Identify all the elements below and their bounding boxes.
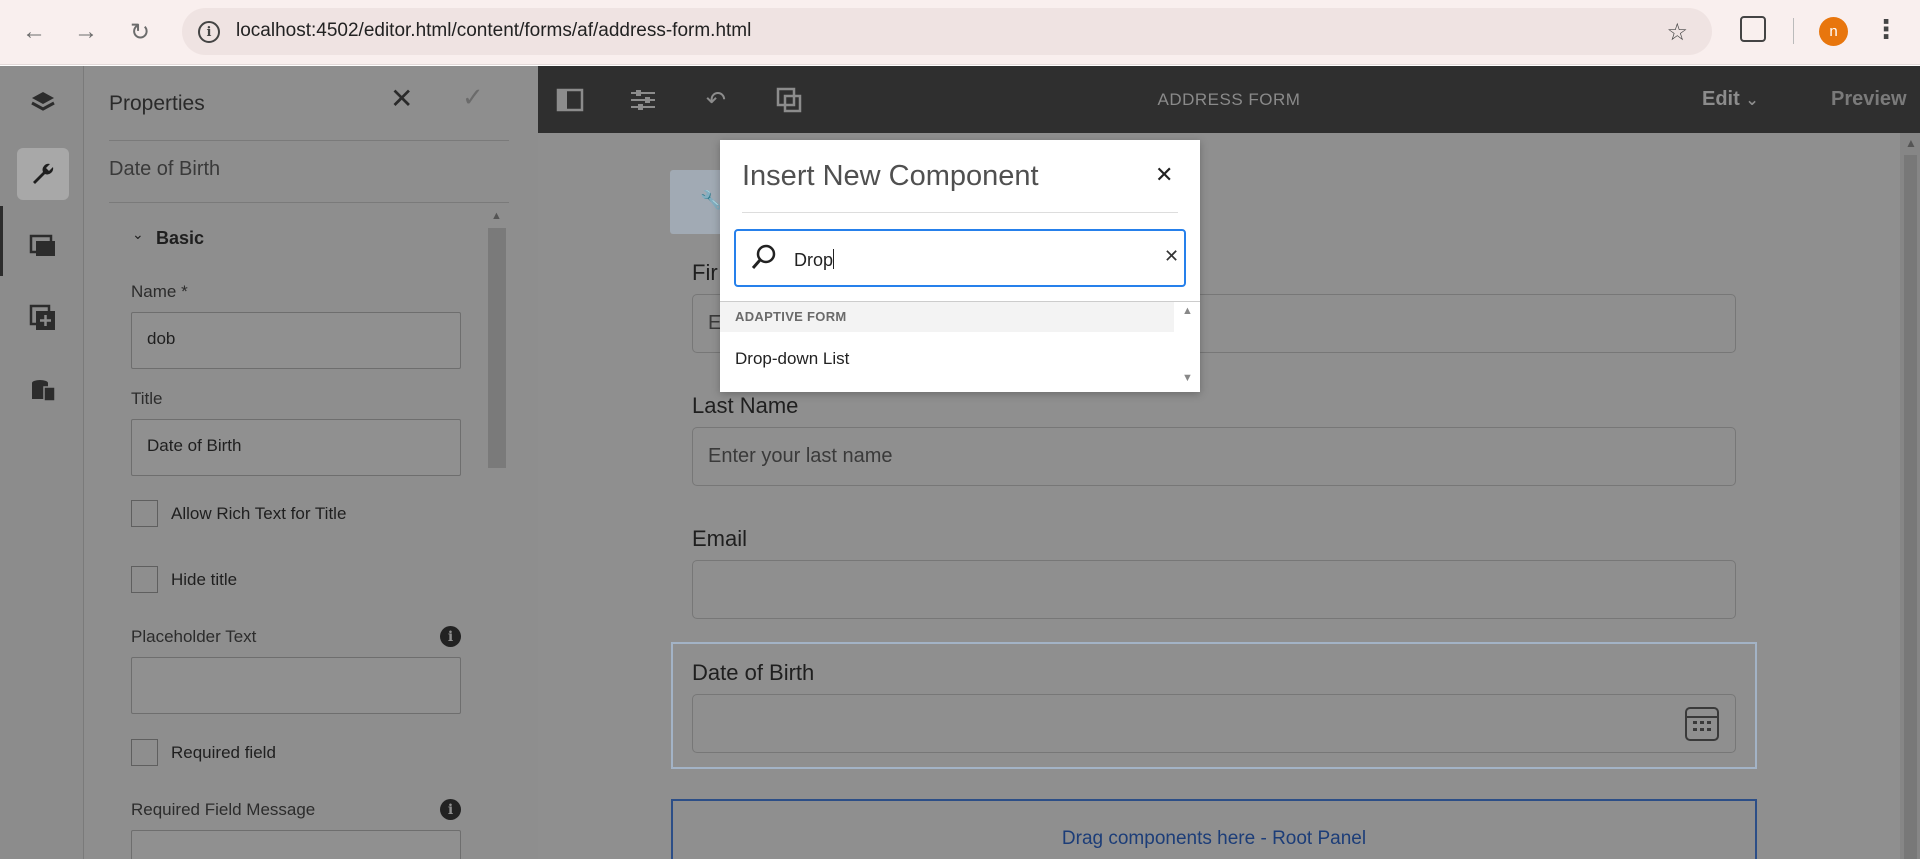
mode-selector[interactable]: Edit ⌄ xyxy=(1702,88,1759,111)
preview-button[interactable]: Preview xyxy=(1831,88,1907,111)
dialog-title: Insert New Component xyxy=(742,160,1039,192)
required-message-label: Required Field Message xyxy=(131,800,316,819)
scroll-down-arrow[interactable]: ▼ xyxy=(1182,372,1193,384)
info-icon[interactable]: i xyxy=(440,799,461,820)
url-text[interactable]: localhost:4502/editor.html/content/forms… xyxy=(236,20,751,42)
root-panel-dropzone[interactable]: Drag components here - Root Panel xyxy=(671,799,1757,859)
required-checkbox[interactable] xyxy=(131,739,158,766)
scroll-thumb[interactable] xyxy=(488,228,506,468)
browser-menu-icon[interactable]: ⋮ xyxy=(1873,14,1899,45)
checkmark-icon[interactable]: ✓ xyxy=(462,82,484,113)
properties-title: Properties xyxy=(109,92,205,115)
close-icon[interactable]: ✕ xyxy=(1155,162,1173,188)
info-icon[interactable]: i xyxy=(440,626,461,647)
insert-component-dialog: Insert New Component ✕ Drop ✕ ADAPTIVE F… xyxy=(720,140,1200,392)
component-name: Date of Birth xyxy=(109,158,221,180)
scroll-up-arrow[interactable]: ▲ xyxy=(1905,136,1917,150)
dob-input[interactable] xyxy=(692,694,1736,753)
rich-text-label: Allow Rich Text for Title xyxy=(171,504,347,523)
required-message-field[interactable] xyxy=(131,830,461,859)
section-title: Basic xyxy=(156,228,205,248)
extensions-icon[interactable] xyxy=(1740,16,1766,42)
panel-scrollbar[interactable]: ▲ xyxy=(486,210,506,480)
forward-icon[interactable]: → xyxy=(68,14,104,50)
data-sources-icon[interactable] xyxy=(17,364,69,416)
title-label: Title xyxy=(131,389,163,408)
calendar-icon[interactable] xyxy=(1685,707,1719,741)
properties-panel: Properties ✕ ✓ Date of Birth ▲ ⌄ Basic N… xyxy=(84,66,538,859)
dob-component-selected[interactable]: Date of Birth xyxy=(671,642,1757,769)
back-icon[interactable]: ← xyxy=(16,14,52,50)
search-value[interactable]: Drop xyxy=(794,249,835,271)
divider xyxy=(109,202,509,203)
close-icon[interactable]: ✕ xyxy=(390,82,413,115)
scroll-up-arrow[interactable]: ▲ xyxy=(1182,305,1193,317)
email-input[interactable] xyxy=(692,560,1736,619)
hide-title-label: Hide title xyxy=(171,570,238,589)
hide-title-checkbox[interactable] xyxy=(131,566,158,593)
email-label: Email xyxy=(692,526,748,551)
chevron-down-icon: ⌄ xyxy=(1745,92,1759,109)
first-name-label: Fir xyxy=(692,260,718,285)
chevron-down-icon: ⌄ xyxy=(132,226,144,242)
browser-toolbar: ← → ↻ i localhost:4502/editor.html/conte… xyxy=(0,0,1920,65)
add-component-icon[interactable] xyxy=(17,292,69,344)
mode-label: Edit xyxy=(1702,88,1740,110)
assets-icon[interactable] xyxy=(17,220,69,272)
search-icon xyxy=(751,244,776,269)
editor-toolbar: ↶ ADDRESS FORM Edit ⌄ Preview xyxy=(538,66,1920,133)
search-input[interactable]: Drop ✕ xyxy=(734,229,1186,287)
rich-text-checkbox[interactable] xyxy=(131,500,158,527)
results-list: ADAPTIVE FORM Drop-down List ▲ ▼ xyxy=(720,301,1200,392)
canvas-scrollbar[interactable]: ▲ xyxy=(1900,133,1920,859)
component-toolbar-tab[interactable]: 🔧 xyxy=(670,170,722,234)
scroll-thumb[interactable] xyxy=(1904,155,1917,859)
reload-icon[interactable]: ↻ xyxy=(122,14,158,50)
dob-label: Date of Birth xyxy=(692,660,815,685)
list-item[interactable]: Drop-down List xyxy=(735,349,849,369)
required-label: Required field xyxy=(171,743,276,762)
last-name-input[interactable]: Enter your last name xyxy=(692,427,1736,486)
active-indicator xyxy=(0,206,3,276)
title-field[interactable]: Date of Birth xyxy=(131,419,461,476)
placeholder-field[interactable] xyxy=(131,657,461,714)
wrench-icon[interactable] xyxy=(17,148,69,200)
site-info-icon[interactable]: i xyxy=(198,21,220,43)
group-header: ADAPTIVE FORM xyxy=(720,302,1174,332)
profile-avatar[interactable]: n xyxy=(1819,17,1848,46)
placeholder-label: Placeholder Text xyxy=(131,627,257,646)
side-rail xyxy=(0,66,84,859)
clear-search-icon[interactable]: ✕ xyxy=(1164,246,1179,267)
scroll-up-arrow[interactable]: ▲ xyxy=(491,210,502,222)
last-name-label: Last Name xyxy=(692,393,799,418)
layers-icon[interactable] xyxy=(17,76,69,128)
name-label: Name * xyxy=(131,282,188,301)
divider xyxy=(109,140,509,141)
name-field[interactable]: dob xyxy=(131,312,461,369)
divider xyxy=(742,212,1178,213)
bookmark-star-icon[interactable]: ☆ xyxy=(1666,18,1688,47)
address-bar[interactable]: i localhost:4502/editor.html/content/for… xyxy=(182,8,1712,55)
toolbar-divider xyxy=(1793,18,1794,44)
